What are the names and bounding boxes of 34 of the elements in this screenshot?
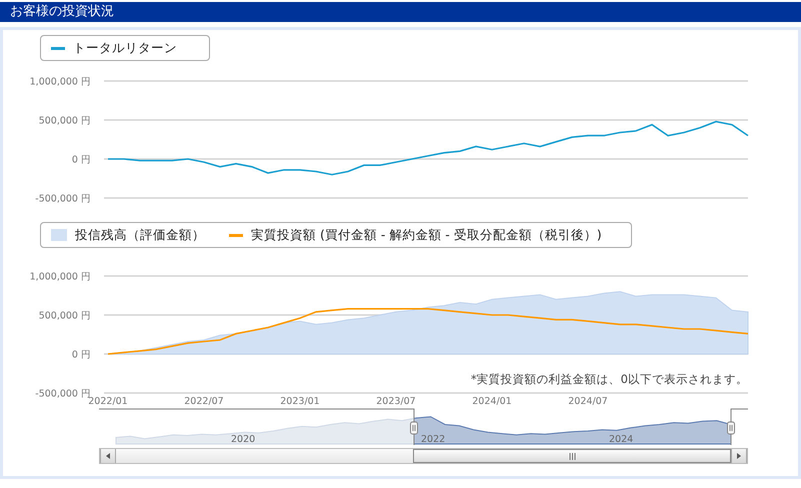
navigator-year-label: 2022	[421, 434, 446, 445]
panel-title: お客様の投資状況	[0, 2, 801, 22]
range-handle[interactable]	[410, 422, 418, 434]
y-axis-label: 1,000,000 円	[30, 76, 91, 88]
x-axis-label: 2024/07	[568, 396, 608, 407]
legend-label[interactable]: 実質投資額 (買付金額 - 解約金額 - 受取分配金額（税引後）)	[251, 226, 602, 244]
legend-swatch-icon	[229, 234, 243, 236]
scroll-right-button[interactable]	[731, 449, 747, 463]
y-axis-label: -500,000 円	[35, 194, 91, 204]
legend-swatch-icon	[51, 229, 67, 241]
legend-swatch-icon	[51, 46, 65, 50]
x-axis-label: 2024/01	[472, 396, 512, 407]
legend-label[interactable]: トータルリターン	[73, 40, 177, 56]
y-axis-label: 500,000 円	[38, 116, 91, 126]
range-handle[interactable]	[727, 422, 735, 434]
note-text: *実質投資額の利益金額は、0以下で表示されます。	[470, 372, 748, 386]
scroll-left-button[interactable]	[100, 449, 116, 463]
y-axis-label: 500,000 円	[38, 310, 91, 322]
scrollbar-track[interactable]	[99, 448, 748, 464]
y-axis-label: 1,000,000 円	[30, 272, 91, 282]
y-axis-label: 0 円	[72, 154, 91, 166]
y-axis-label: 0 円	[72, 350, 91, 360]
grip-icon	[568, 452, 576, 460]
right-triangle-icon	[737, 453, 741, 459]
x-axis-label: 2023/01	[280, 396, 320, 407]
y-axis-label: -500,000 円	[35, 388, 91, 400]
navigator-year-label: 2024	[609, 434, 634, 445]
x-axis-label: 2022/07	[184, 396, 224, 407]
scrollbar-thumb[interactable]	[413, 449, 731, 463]
legend-label[interactable]: 投信残高（評価金額）	[75, 226, 205, 244]
left-triangle-icon	[106, 453, 110, 459]
x-axis-label: 2023/07	[376, 396, 416, 407]
x-axis-label: 2022/01	[88, 396, 128, 407]
navigator-year-label: 2020	[231, 434, 256, 445]
